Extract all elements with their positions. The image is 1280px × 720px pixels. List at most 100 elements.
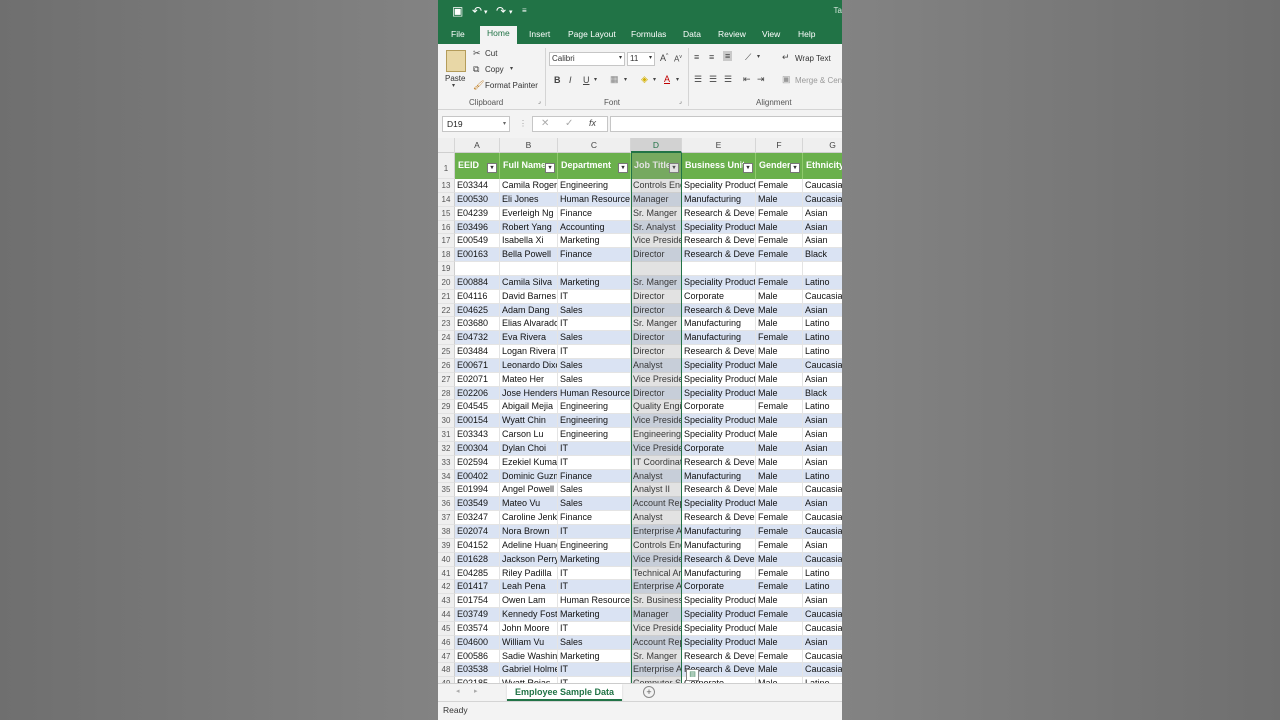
table-cell[interactable]: Sales (558, 358, 631, 373)
merge-center-button[interactable]: Merge & Cen (795, 76, 842, 85)
table-cell[interactable]: Female (756, 525, 803, 539)
table-cell[interactable]: Engineering (558, 400, 631, 415)
table-cell[interactable]: Research & Development (682, 511, 756, 525)
row-header[interactable]: 39 (438, 538, 455, 553)
table-cell[interactable]: Male (756, 621, 803, 636)
table-cell[interactable]: Kennedy Foster (500, 608, 558, 622)
table-cell[interactable]: Director (631, 248, 682, 263)
row-header[interactable]: 48 (438, 663, 455, 678)
table-cell[interactable]: Latino (803, 317, 842, 332)
table-cell[interactable]: Speciality Products (682, 428, 756, 442)
table-cell[interactable]: Engineering (558, 428, 631, 442)
table-cell[interactable]: Female (756, 179, 803, 193)
table-cell[interactable] (756, 262, 803, 276)
wrap-text-icon[interactable]: ↵ (782, 52, 790, 63)
tab-insert[interactable]: Insert (522, 27, 557, 44)
table-cell[interactable]: Caucasian (803, 650, 842, 664)
table-cell[interactable]: Caucasian (803, 663, 842, 678)
table-cell[interactable]: Camila Rogers (500, 179, 558, 193)
table-cell[interactable]: E00884 (455, 275, 500, 290)
table-cell[interactable]: David Barnes (500, 289, 558, 304)
add-sheet-icon[interactable]: + (643, 686, 655, 698)
row-header[interactable]: 25 (438, 345, 455, 359)
table-cell[interactable]: Carson Lu (500, 428, 558, 442)
table-cell[interactable]: Technical Architect (631, 566, 682, 581)
table-cell[interactable]: Asian (803, 594, 842, 609)
table-cell[interactable]: Manufacturing (682, 331, 756, 346)
table-cell[interactable]: Engineering (558, 414, 631, 429)
row-header[interactable]: 29 (438, 400, 455, 415)
table-cell[interactable]: Female (756, 275, 803, 290)
row-header[interactable]: 45 (438, 621, 455, 636)
table-cell[interactable]: Director (631, 289, 682, 304)
table-cell[interactable]: Male (756, 386, 803, 401)
table-cell[interactable]: Nora Brown (500, 525, 558, 539)
table-cell[interactable]: Bella Powell (500, 248, 558, 263)
table-header-eeid[interactable]: EEID ▾ (455, 153, 500, 179)
table-cell[interactable]: Caucasian (803, 608, 842, 622)
table-cell[interactable]: E04239 (455, 206, 500, 221)
table-cell[interactable]: E04625 (455, 303, 500, 318)
table-cell[interactable]: Male (756, 497, 803, 512)
sheet-tab-employee-sample-data[interactable]: Employee Sample Data (507, 684, 623, 701)
tab-data[interactable]: Data (676, 27, 708, 44)
table-cell[interactable]: Sales (558, 497, 631, 512)
table-cell[interactable]: Speciality Products (682, 372, 756, 387)
table-cell[interactable]: Gabriel Holmes (500, 663, 558, 678)
paste-icon[interactable] (446, 50, 466, 72)
table-cell[interactable]: Vice President (631, 552, 682, 567)
underline-icon[interactable]: U (583, 75, 590, 85)
tab-help[interactable]: Help (791, 27, 822, 44)
table-cell[interactable]: Male (756, 441, 803, 456)
table-cell[interactable]: IT Coordinator (631, 455, 682, 470)
table-cell[interactable]: E04116 (455, 289, 500, 304)
table-cell[interactable]: Sales (558, 303, 631, 318)
scroll-right-icon[interactable]: ▸ (474, 687, 478, 695)
table-cell[interactable]: Speciality Products (682, 635, 756, 650)
table-cell[interactable]: Asian (803, 428, 842, 442)
table-cell[interactable]: E00154 (455, 414, 500, 429)
filter-dropdown-icon[interactable]: ▾ (669, 163, 679, 173)
table-cell[interactable]: Manufacturing (682, 566, 756, 581)
row-header[interactable]: 24 (438, 331, 455, 346)
table-cell[interactable]: IT (558, 621, 631, 636)
table-cell[interactable]: IT (558, 289, 631, 304)
borders-icon[interactable]: ▦ (610, 74, 619, 85)
name-box[interactable]: D19 ▾ (442, 116, 510, 132)
row-header[interactable]: 14 (438, 192, 455, 207)
decrease-font-icon[interactable]: Av (674, 54, 682, 64)
tab-page-layout[interactable]: Page Layout (561, 27, 623, 44)
table-cell[interactable]: Sr. Business Partner (631, 594, 682, 609)
table-cell[interactable]: Sr. Manger (631, 206, 682, 221)
table-cell[interactable]: Male (756, 455, 803, 470)
table-cell[interactable]: Controls Engineer (631, 179, 682, 193)
font-launcher-icon[interactable]: ⌟ (679, 98, 682, 105)
table-cell[interactable]: Male (756, 303, 803, 318)
table-cell[interactable]: Robert Yang (500, 220, 558, 235)
row-header[interactable]: 36 (438, 497, 455, 512)
table-cell[interactable]: E03496 (455, 220, 500, 235)
table-cell[interactable]: Leonardo Dixon (500, 358, 558, 373)
column-header-c[interactable]: C (558, 138, 631, 153)
table-cell[interactable]: Account Representative (631, 635, 682, 650)
table-cell[interactable]: Isabella Xi (500, 234, 558, 249)
table-cell[interactable]: Adam Dang (500, 303, 558, 318)
table-cell[interactable]: Finance (558, 206, 631, 221)
table-cell[interactable]: Female (756, 234, 803, 249)
table-cell[interactable]: Asian (803, 220, 842, 235)
table-cell[interactable]: Male (756, 469, 803, 484)
table-cell[interactable]: Account Representative (631, 497, 682, 512)
table-cell[interactable]: Vice President (631, 372, 682, 387)
table-cell[interactable]: Marketing (558, 234, 631, 249)
select-all-corner[interactable] (438, 138, 455, 153)
table-cell[interactable]: Enterprise Architect (631, 663, 682, 678)
table-cell[interactable]: E02071 (455, 372, 500, 387)
table-cell[interactable]: Speciality Products (682, 275, 756, 290)
table-cell[interactable]: E03549 (455, 497, 500, 512)
row-header[interactable]: 34 (438, 469, 455, 484)
table-cell[interactable]: IT (558, 455, 631, 470)
cut-icon[interactable]: ✂ (473, 48, 481, 59)
table-cell[interactable]: Wyatt Chin (500, 414, 558, 429)
table-cell[interactable]: E03574 (455, 621, 500, 636)
table-cell[interactable]: Engineering (558, 538, 631, 553)
